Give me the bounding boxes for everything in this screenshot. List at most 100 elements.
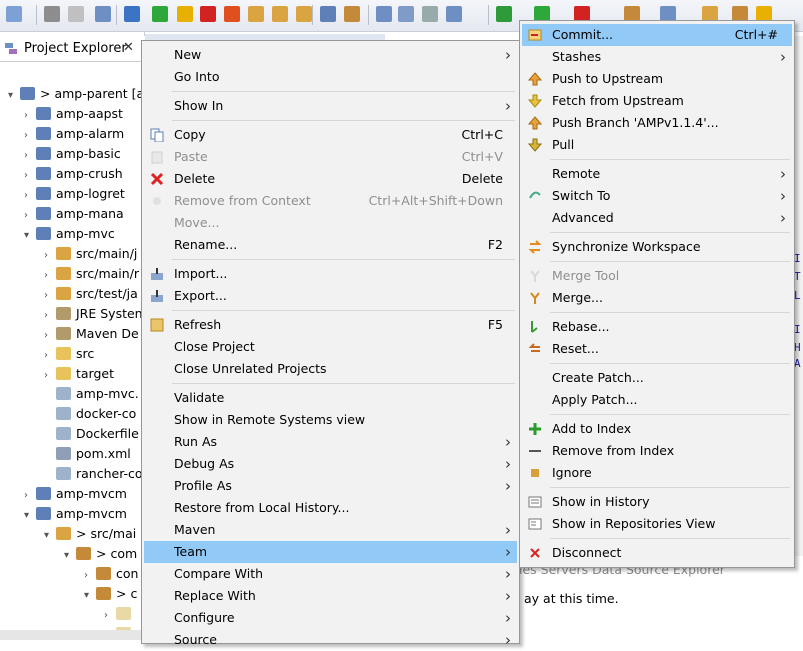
menu-item-export[interactable]: Export...	[144, 285, 517, 307]
toolbar-button[interactable]	[177, 6, 193, 22]
tree-toggle-icon[interactable]: ▾	[84, 586, 96, 606]
tree-item[interactable]: › amp-aapst	[24, 104, 123, 124]
menu-item-debug-as[interactable]: Debug As ›	[144, 453, 517, 475]
toolbar-button[interactable]	[446, 6, 462, 22]
tree-item[interactable]: ▾ > amp-parent [a	[8, 84, 144, 104]
menu-item-rebase[interactable]: Rebase...	[522, 316, 792, 338]
menu-item-new[interactable]: New ›	[144, 44, 517, 66]
tree-toggle-icon[interactable]: ›	[44, 306, 56, 326]
menu-item-remove-from-index[interactable]: Remove from Index	[522, 440, 792, 462]
menu-item-advanced[interactable]: Advanced ›	[522, 207, 792, 229]
menu-item-import[interactable]: Import...	[144, 263, 517, 285]
menu-item-pull[interactable]: Pull	[522, 134, 792, 156]
toolbar-button[interactable]	[422, 6, 438, 22]
menu-item-profile-as[interactable]: Profile As ›	[144, 475, 517, 497]
tree-item[interactable]: rancher-co	[44, 464, 143, 484]
tree-toggle-icon[interactable]: ›	[44, 326, 56, 346]
menu-item-merge[interactable]: Merge...	[522, 287, 792, 309]
menu-item-switch-to[interactable]: Switch To ›	[522, 185, 792, 207]
tree-item[interactable]: pom.xml	[44, 444, 131, 464]
close-icon[interactable]: ✕	[123, 40, 134, 55]
tree-item[interactable]: › src/main/r	[44, 264, 139, 284]
toolbar-button[interactable]	[200, 6, 216, 22]
menu-item-refresh[interactable]: Refresh F5	[144, 314, 517, 336]
tree-item[interactable]: › con	[84, 564, 138, 584]
menu-item-apply-patch[interactable]: Apply Patch...	[522, 389, 792, 411]
menu-item-compare-with[interactable]: Compare With ›	[144, 563, 517, 585]
tree-toggle-icon[interactable]: ▾	[24, 506, 36, 526]
tree-item[interactable]: ▾ amp-mvc	[24, 224, 115, 244]
tree-item[interactable]: › src	[44, 344, 94, 364]
toolbar-button[interactable]	[272, 6, 288, 22]
tree-toggle-icon[interactable]: ›	[24, 206, 36, 226]
tree-item[interactable]: › amp-crush	[24, 164, 123, 184]
tree-toggle-icon[interactable]: ›	[44, 266, 56, 286]
tree-item[interactable]: docker-co	[44, 404, 136, 424]
menu-item-close-unrelated-projects[interactable]: Close Unrelated Projects	[144, 358, 517, 380]
tree-toggle-icon[interactable]: ▾	[24, 226, 36, 246]
tree-item[interactable]: › Maven De	[44, 324, 139, 344]
menu-item-commit[interactable]: Commit... Ctrl+#	[522, 24, 792, 46]
menu-item-restore-from-local-history[interactable]: Restore from Local History...	[144, 497, 517, 519]
menu-item-run-as[interactable]: Run As ›	[144, 431, 517, 453]
toolbar-button[interactable]	[296, 6, 312, 22]
menu-item-add-to-index[interactable]: Add to Index	[522, 418, 792, 440]
menu-item-push-branch-ampv1-1-4[interactable]: Push Branch 'AMPv1.1.4'...	[522, 112, 792, 134]
toolbar-button[interactable]	[376, 6, 392, 22]
menu-item-maven[interactable]: Maven ›	[144, 519, 517, 541]
tree-toggle-icon[interactable]: ›	[24, 106, 36, 126]
menu-item-close-project[interactable]: Close Project	[144, 336, 517, 358]
tree-item[interactable]: Dockerfile	[44, 424, 139, 444]
tree-toggle-icon[interactable]: ▾	[8, 86, 20, 106]
tree-toggle-icon[interactable]: ▾	[64, 546, 76, 566]
toolbar-button[interactable]	[320, 6, 336, 22]
tree-item[interactable]: ▾ amp-mvcm	[24, 504, 127, 524]
menu-item-stashes[interactable]: Stashes ›	[522, 46, 792, 68]
menu-item-show-in-history[interactable]: Show in History	[522, 491, 792, 513]
menu-item-go-into[interactable]: Go Into	[144, 66, 517, 88]
tree-toggle-icon[interactable]: ›	[24, 126, 36, 146]
menu-item-team[interactable]: Team ›	[144, 541, 517, 563]
menu-item-disconnect[interactable]: Disconnect	[522, 542, 792, 564]
project-explorer-tab[interactable]: Project Explorer ✕	[0, 36, 145, 62]
explorer-horizontal-scrollbar[interactable]	[0, 630, 145, 640]
menu-item-show-in-repositories-view[interactable]: Show in Repositories View	[522, 513, 792, 535]
menu-item-create-patch[interactable]: Create Patch...	[522, 367, 792, 389]
menu-item-ignore[interactable]: Ignore	[522, 462, 792, 484]
toolbar-button[interactable]	[344, 6, 360, 22]
menu-item-delete[interactable]: Delete Delete	[144, 168, 517, 190]
toolbar-button[interactable]	[124, 6, 140, 22]
toolbar-button[interactable]	[224, 6, 240, 22]
toolbar-button[interactable]	[95, 6, 111, 22]
tree-item[interactable]: › src/main/j	[44, 244, 137, 264]
tree-item[interactable]: › amp-mvcm	[24, 484, 127, 504]
menu-item-source[interactable]: Source ›	[144, 629, 517, 651]
tree-toggle-icon[interactable]: ›	[24, 146, 36, 166]
tree-item[interactable]: amp-mvc.	[44, 384, 139, 404]
tree-item[interactable]: ›	[104, 604, 136, 624]
tree-toggle-icon[interactable]: ›	[44, 246, 56, 266]
tree-item[interactable]: › JRE Systen	[44, 304, 143, 324]
tree-toggle-icon[interactable]: ›	[104, 606, 116, 626]
tree-item[interactable]: › amp-mana	[24, 204, 124, 224]
tree-item[interactable]: › amp-alarm	[24, 124, 124, 144]
menu-item-reset[interactable]: Reset...	[522, 338, 792, 360]
toolbar-button[interactable]	[44, 6, 60, 22]
tree-item[interactable]: › src/test/ja	[44, 284, 138, 304]
tree-toggle-icon[interactable]: ›	[44, 286, 56, 306]
menu-item-show-in-remote-systems-view[interactable]: Show in Remote Systems view	[144, 409, 517, 431]
toolbar-button[interactable]	[152, 6, 168, 22]
toolbar-button[interactable]	[6, 6, 22, 22]
menu-item-show-in[interactable]: Show In ›	[144, 95, 517, 117]
tree-toggle-icon[interactable]: ›	[24, 166, 36, 186]
tree-toggle-icon[interactable]: ›	[24, 186, 36, 206]
menu-item-synchronize-workspace[interactable]: Synchronize Workspace	[522, 236, 792, 258]
menu-item-fetch-from-upstream[interactable]: Fetch from Upstream	[522, 90, 792, 112]
tree-toggle-icon[interactable]: ▾	[44, 526, 56, 546]
tree-item[interactable]: ▾ > c	[84, 584, 137, 604]
tree-item[interactable]: ▾ > com	[64, 544, 137, 564]
menu-item-replace-with[interactable]: Replace With ›	[144, 585, 517, 607]
tree-toggle-icon[interactable]: ›	[44, 346, 56, 366]
menu-item-validate[interactable]: Validate	[144, 387, 517, 409]
menu-item-configure[interactable]: Configure ›	[144, 607, 517, 629]
